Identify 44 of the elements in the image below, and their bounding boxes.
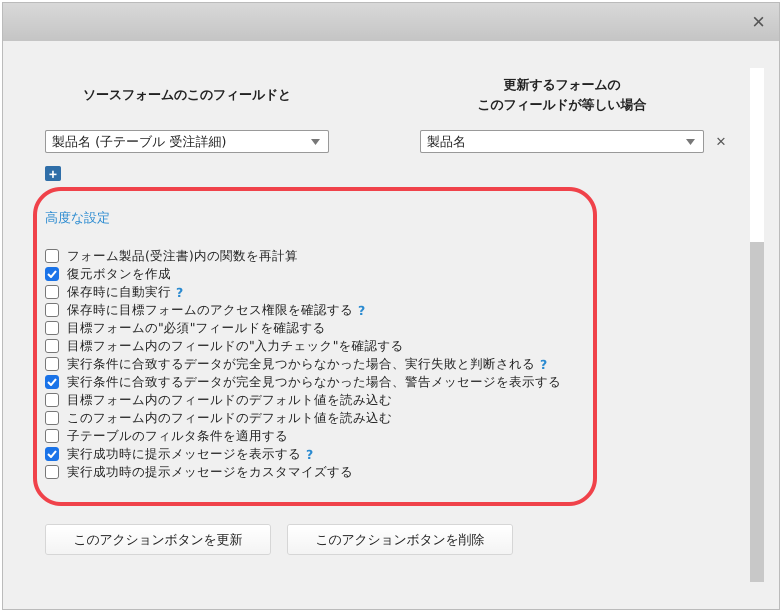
option-label: 実行成功時に提示メッセージを表示する (67, 446, 301, 462)
help-link[interactable]: ? (176, 284, 184, 300)
checkbox[interactable] (45, 357, 59, 371)
option-label: 復元ボタンを作成 (67, 266, 171, 282)
option-label: このフォーム内のフィールドのデフォルト値を読み込む (67, 410, 392, 426)
checkbox[interactable] (45, 465, 59, 479)
option-label: 実行成功時の提示メッセージをカスタマイズする (67, 464, 353, 480)
action-button[interactable]: このアクションボタンを更新 (45, 524, 271, 555)
action-button[interactable]: このアクションボタンを削除 (287, 524, 513, 555)
option-label: 実行条件に合致するデータが完全見つからなかった場合、実行失敗と判断される (67, 356, 535, 372)
source-field-select[interactable]: 製品名 (子テーブル 受注詳細) (45, 130, 329, 153)
option-label: 保存時に目標フォームのアクセス権限を確認する (67, 302, 353, 318)
add-button[interactable]: + (45, 166, 61, 181)
checkbox[interactable] (45, 393, 59, 407)
target-field-select[interactable]: 製品名 (420, 130, 704, 153)
checkbox[interactable] (45, 429, 59, 443)
checkbox[interactable] (45, 447, 59, 461)
column-heading: 更新するフォームの このフィールドが等しい場合 (478, 76, 646, 115)
remove-button[interactable]: × (712, 132, 730, 152)
column-heading: ソースフォームのこのフィールドと (83, 87, 291, 105)
scrollbar-thumb[interactable] (750, 242, 764, 582)
option-label: 子テーブルのフィルタ条件を適用する (67, 428, 288, 444)
scrollbar[interactable] (750, 68, 764, 582)
close-button[interactable]: × (748, 11, 769, 33)
help-link[interactable]: ? (540, 356, 548, 372)
help-link[interactable]: ? (358, 302, 366, 318)
checkbox[interactable] (45, 267, 59, 281)
option-label: 目標フォーム内のフィールドのデフォルト値を読み込む (67, 392, 392, 408)
help-link[interactable]: ? (306, 446, 314, 462)
checkbox[interactable] (45, 339, 59, 353)
checkbox[interactable] (45, 303, 59, 317)
checkbox[interactable] (45, 285, 59, 299)
option-label: 目標フォーム内のフィールドの"入力チェック"を確認する (67, 338, 404, 354)
option-label: 保存時に自動実行 (67, 284, 171, 300)
option-label: 実行条件に合致するデータが完全見つからなかった場合、警告メッセージを表示する (67, 374, 561, 390)
option-label: 目標フォームの"必須"フィールドを確認する (67, 320, 326, 336)
checkbox[interactable] (45, 249, 59, 263)
advanced-settings-link[interactable]: 高度な設定 (45, 211, 110, 226)
checkbox[interactable] (45, 411, 59, 425)
caret-icon (686, 138, 695, 144)
checkbox[interactable] (45, 321, 59, 335)
checkbox[interactable] (45, 375, 59, 389)
option-label: フォーム製品(受注書)内の関数を再計算 (67, 248, 298, 264)
caret-icon (311, 138, 320, 144)
